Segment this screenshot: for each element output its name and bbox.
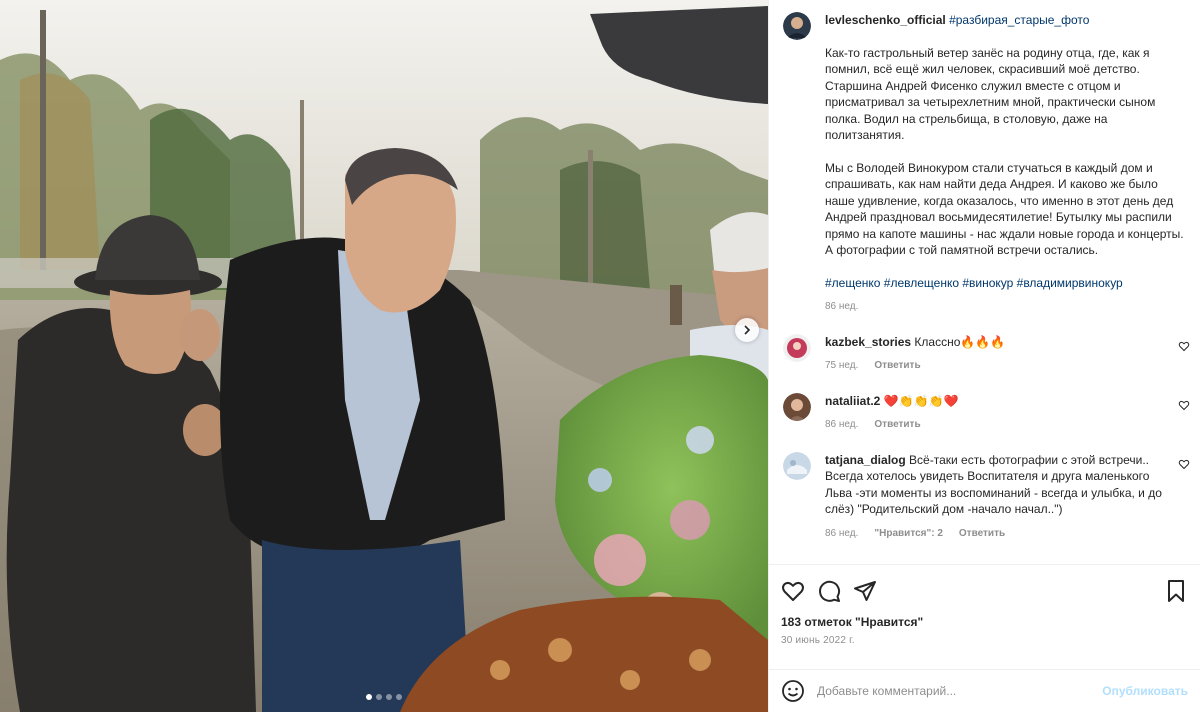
instagram-post: levleschenko_official #разбирая_старые_ф…	[0, 0, 1200, 712]
comment: kazbek_stories Классно🔥🔥🔥 75 нед. Ответи…	[783, 333, 1190, 375]
reply-link[interactable]: Ответить	[874, 358, 920, 375]
comment-body: kazbek_stories Классно🔥🔥🔥 75 нед. Ответи…	[825, 334, 1168, 375]
comment-username[interactable]: nataliiat.2	[825, 394, 880, 408]
post-actions: 183 отметок "Нравится" 30 июнь 2022 г.	[769, 564, 1200, 669]
carousel-dots	[366, 694, 402, 700]
comment-avatar[interactable]	[783, 333, 811, 362]
comment-heart-icon[interactable]	[1178, 458, 1190, 470]
comment-input[interactable]	[817, 684, 1091, 698]
comment-meta: 86 нед. Ответить	[825, 417, 1168, 434]
comments-area[interactable]: levleschenko_official #разбирая_старые_ф…	[769, 0, 1200, 564]
next-photo-button[interactable]	[735, 318, 759, 342]
caption-body: levleschenko_official #разбирая_старые_ф…	[825, 12, 1190, 316]
caption-hashtags[interactable]: #лещенко #левлещенко #винокур #владимирв…	[825, 275, 1190, 292]
comment-meta: 75 нед. Ответить	[825, 358, 1168, 375]
post-photo	[0, 0, 768, 712]
comment-text: ❤️👏👏👏❤️	[883, 393, 959, 408]
comment-username[interactable]: kazbek_stories	[825, 335, 911, 349]
comment-text: Классно🔥🔥🔥	[914, 334, 1006, 349]
comment-meta: 86 нед. "Нравится": 2 Ответить	[825, 526, 1168, 543]
comment: tatjana_dialog Всё-таки есть фотографии …	[783, 451, 1190, 543]
emoji-icon[interactable]	[781, 679, 805, 703]
reply-link[interactable]: Ответить	[959, 526, 1005, 543]
comment-body: tatjana_dialog Всё-таки есть фотографии …	[825, 452, 1168, 543]
comment-body: nataliiat.2 ❤️👏👏👏❤️ 86 нед. Ответить	[825, 393, 1168, 434]
comment-age: 86 нед.	[825, 527, 859, 539]
caption-header: levleschenko_official #разбирая_старые_ф…	[825, 12, 1190, 29]
comment-avatar[interactable]	[783, 392, 811, 421]
header-hashtag[interactable]: #разбирая_старые_фото	[949, 13, 1089, 27]
post-caption: levleschenko_official #разбирая_старые_ф…	[783, 12, 1190, 316]
author-username[interactable]: levleschenko_official	[825, 13, 946, 27]
comment: nataliiat.2 ❤️👏👏👏❤️ 86 нед. Ответить	[783, 392, 1190, 434]
carousel-dot	[376, 694, 382, 700]
share-icon[interactable]	[853, 579, 877, 603]
caption-meta: 86 нед.	[825, 299, 1190, 316]
reply-link[interactable]: Ответить	[874, 417, 920, 434]
author-avatar[interactable]	[783, 12, 811, 40]
likes-count[interactable]: 183 отметок "Нравится"	[781, 615, 1188, 629]
post-panel: levleschenko_official #разбирая_старые_ф…	[768, 0, 1200, 712]
comment-icon[interactable]	[817, 579, 841, 603]
caption-paragraph: Как-то гастрольный ветер занёс на родину…	[825, 45, 1156, 143]
post-media[interactable]	[0, 0, 768, 712]
carousel-dot	[366, 694, 372, 700]
action-icons	[781, 575, 1188, 607]
comment-likes[interactable]: "Нравится": 2	[874, 526, 943, 543]
carousel-dot	[386, 694, 392, 700]
comment-composer: Опубликовать	[769, 669, 1200, 712]
carousel-dot	[396, 694, 402, 700]
next-arrow-icon	[744, 325, 751, 335]
bookmark-icon[interactable]	[1164, 579, 1188, 603]
publish-button[interactable]: Опубликовать	[1102, 684, 1188, 698]
comment-heart-icon[interactable]	[1178, 340, 1190, 352]
caption-paragraph: Мы с Володей Винокуром стали стучаться в…	[825, 160, 1184, 258]
comment-heart-icon[interactable]	[1178, 399, 1190, 411]
comment-age: 75 нед.	[825, 360, 859, 371]
comment-username[interactable]: tatjana_dialog	[825, 453, 906, 467]
comment-avatar[interactable]	[783, 451, 811, 480]
heart-icon[interactable]	[781, 579, 805, 603]
comment-age: 86 нед.	[825, 419, 859, 430]
caption-age: 86 нед.	[825, 301, 859, 312]
post-date: 30 июнь 2022 г.	[781, 635, 855, 646]
